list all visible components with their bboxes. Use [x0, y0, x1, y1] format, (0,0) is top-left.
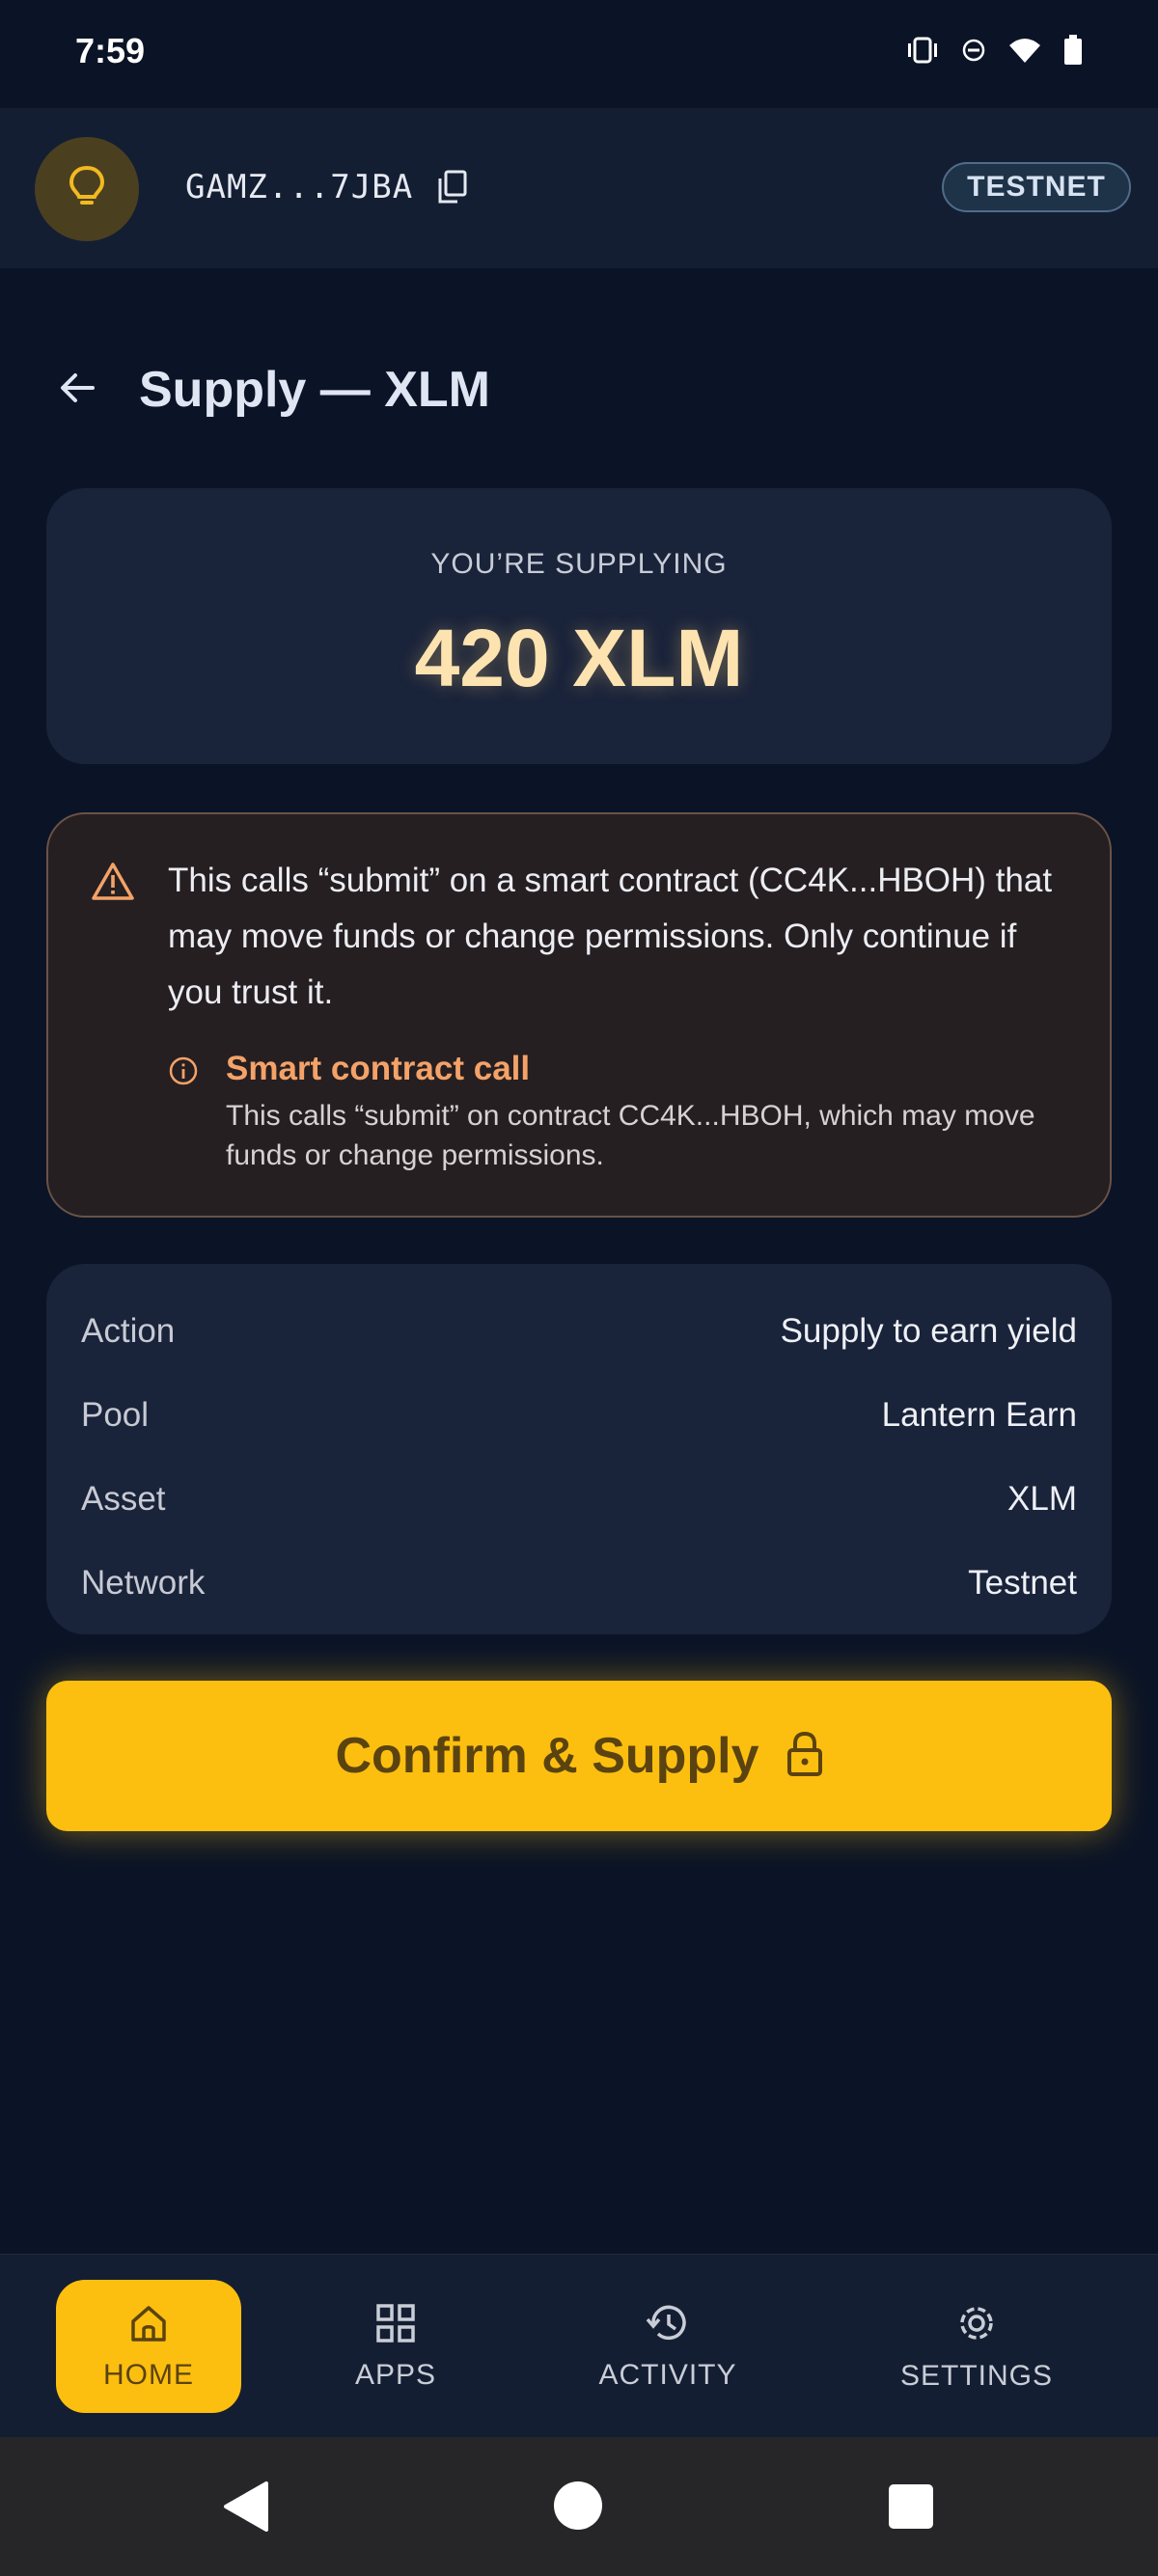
wallet-avatar[interactable]	[35, 137, 139, 241]
detail-label: Pool	[81, 1396, 150, 1434]
battery-icon	[1063, 35, 1083, 66]
grid-icon	[374, 2302, 417, 2349]
system-home-icon[interactable]	[552, 2480, 604, 2536]
detail-value: Supply to earn yield	[780, 1312, 1077, 1350]
warning-card: This calls “submit” on a smart contract …	[46, 812, 1112, 1218]
detail-row-action: Action Supply to earn yield	[81, 1302, 1077, 1360]
gear-icon	[954, 2301, 999, 2350]
vibrate-icon	[905, 36, 940, 65]
lock-icon	[786, 1731, 823, 1782]
warning-triangle-icon	[91, 861, 135, 906]
status-icons	[905, 35, 1083, 66]
contract-call-title: Smart contract call	[226, 1050, 531, 1087]
nav-activity[interactable]: ACTIVITY	[571, 2280, 764, 2413]
lightbulb-icon	[66, 164, 108, 215]
detail-value: Testnet	[968, 1564, 1077, 1602]
status-time: 7:59	[75, 31, 146, 70]
detail-label: Asset	[81, 1480, 166, 1518]
system-nav-bar	[0, 2437, 1158, 2576]
copy-icon[interactable]	[436, 170, 469, 209]
nav-label: HOME	[103, 2358, 194, 2391]
confirm-supply-button[interactable]: Confirm & Supply	[46, 1681, 1112, 1831]
amount-value: 420 XLM	[414, 613, 744, 703]
do-not-disturb-icon	[961, 38, 986, 63]
detail-row-asset: Asset XLM	[81, 1470, 1077, 1528]
arrow-left-icon	[58, 370, 96, 410]
detail-label: Action	[81, 1312, 176, 1350]
amount-label: YOU’RE SUPPLYING	[430, 548, 728, 580]
detail-row-network: Network Testnet	[81, 1554, 1077, 1612]
back-button[interactable]	[52, 365, 102, 415]
nav-apps[interactable]: APPS	[318, 2280, 473, 2413]
bottom-nav: HOME APPS ACTIVITY SETTINGS	[0, 2254, 1158, 2438]
home-icon	[127, 2302, 170, 2349]
confirm-supply-label: Confirm & Supply	[335, 1728, 759, 1784]
nav-label: APPS	[354, 2358, 437, 2391]
nav-label: ACTIVITY	[598, 2358, 737, 2391]
detail-row-pool: Pool Lantern Earn	[81, 1386, 1077, 1444]
warning-text: This calls “submit” on a smart contract …	[168, 862, 1053, 1011]
history-icon	[646, 2302, 690, 2349]
nav-settings[interactable]: SETTINGS	[884, 2280, 1069, 2413]
details-card: Action Supply to earn yield Pool Lantern…	[46, 1264, 1112, 1634]
network-badge: TESTNET	[942, 162, 1131, 212]
nav-label: SETTINGS	[899, 2359, 1053, 2392]
wifi-icon	[1007, 36, 1042, 65]
contract-call-text: This calls “submit” on contract CC4K...H…	[226, 1100, 1035, 1171]
detail-value: Lantern Earn	[881, 1396, 1077, 1434]
detail-value: XLM	[1007, 1480, 1077, 1518]
system-back-icon[interactable]	[220, 2480, 270, 2538]
wallet-address: GAMZ...7JBA	[185, 168, 414, 206]
nav-home[interactable]: HOME	[56, 2280, 241, 2413]
system-recents-icon[interactable]	[888, 2483, 934, 2535]
info-icon	[168, 1055, 199, 1091]
page-title: Supply — XLM	[139, 362, 490, 418]
amount-card: YOU’RE SUPPLYING 420 XLM	[46, 488, 1112, 764]
detail-label: Network	[81, 1564, 206, 1602]
